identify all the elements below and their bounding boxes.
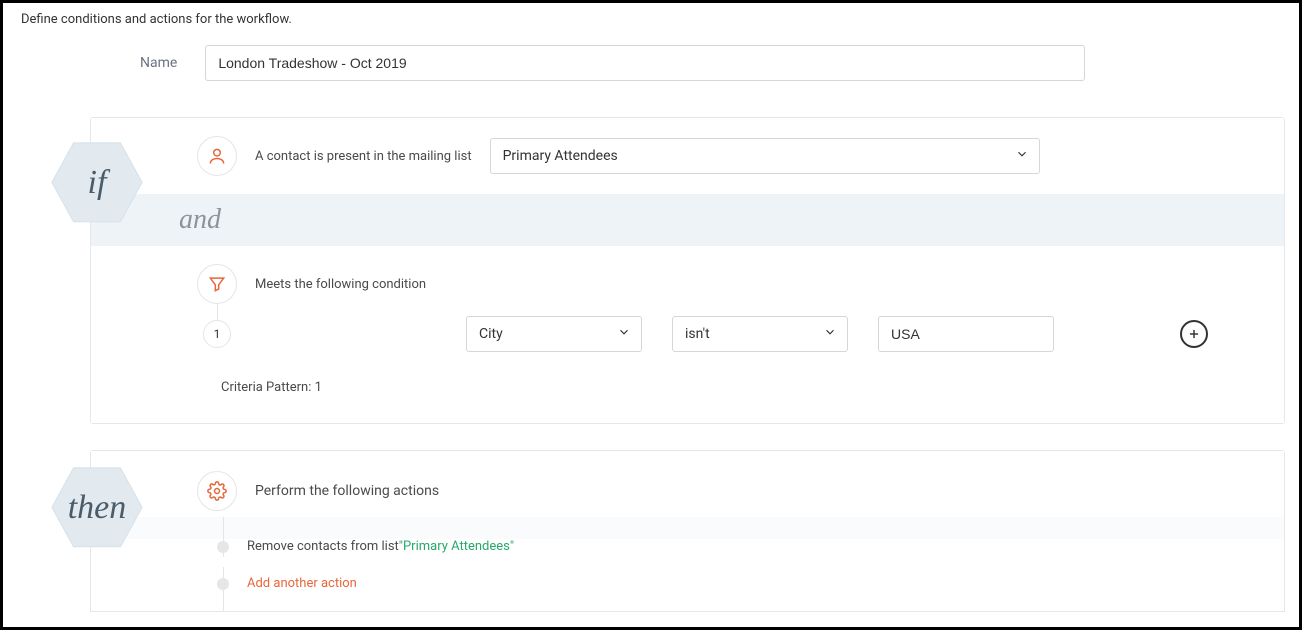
then-block: then Perform the following actions [17, 450, 1285, 612]
condition-operator-value: isn't [685, 326, 710, 342]
contact-icon [197, 136, 237, 176]
condition-label: Meets the following condition [255, 277, 426, 292]
actions-header: Perform the following actions [91, 451, 1284, 517]
if-hexagon: if [50, 141, 144, 225]
condition-field-select[interactable]: City [466, 316, 642, 352]
step-dot [217, 578, 229, 590]
action-1-text: Remove contacts from list"Primary Attend… [247, 539, 514, 554]
name-row: Name [17, 45, 1285, 81]
criteria-pattern: Criteria Pattern: 1 [197, 380, 1266, 395]
trigger-row: A contact is present in the mailing list… [91, 118, 1284, 194]
action-step-1[interactable]: Remove contacts from list"Primary Attend… [203, 539, 1284, 554]
workflow-name-input[interactable] [205, 45, 1085, 81]
actions-label: Perform the following actions [255, 483, 439, 499]
chevron-down-icon [617, 325, 631, 343]
if-label: if [88, 164, 107, 202]
condition-section: Meets the following condition 1 City isn… [91, 246, 1284, 423]
chevron-down-icon [1015, 147, 1029, 165]
add-action-row[interactable]: Add another action [203, 576, 1284, 591]
mailing-list-select[interactable]: Primary Attendees [490, 138, 1040, 174]
filter-icon [197, 264, 237, 304]
mailing-list-value: Primary Attendees [503, 148, 618, 164]
then-label: then [68, 489, 127, 527]
condition-number: 1 [203, 320, 231, 348]
then-hexagon: then [50, 466, 144, 550]
trigger-text: A contact is present in the mailing list [255, 149, 472, 164]
if-block: if A contact is present in the mailing l… [17, 117, 1285, 424]
name-label: Name [140, 55, 177, 71]
and-connector: and [91, 194, 1284, 246]
gear-icon [197, 471, 237, 511]
page-subtitle: Define conditions and actions for the wo… [21, 12, 1285, 27]
step-dot [217, 541, 229, 553]
add-condition-button[interactable] [1180, 320, 1208, 348]
condition-value-input[interactable] [878, 316, 1054, 352]
condition-operator-select[interactable]: isn't [672, 316, 848, 352]
condition-field-value: City [479, 326, 503, 342]
add-action-link[interactable]: Add another action [247, 576, 357, 591]
chevron-down-icon [823, 325, 837, 343]
